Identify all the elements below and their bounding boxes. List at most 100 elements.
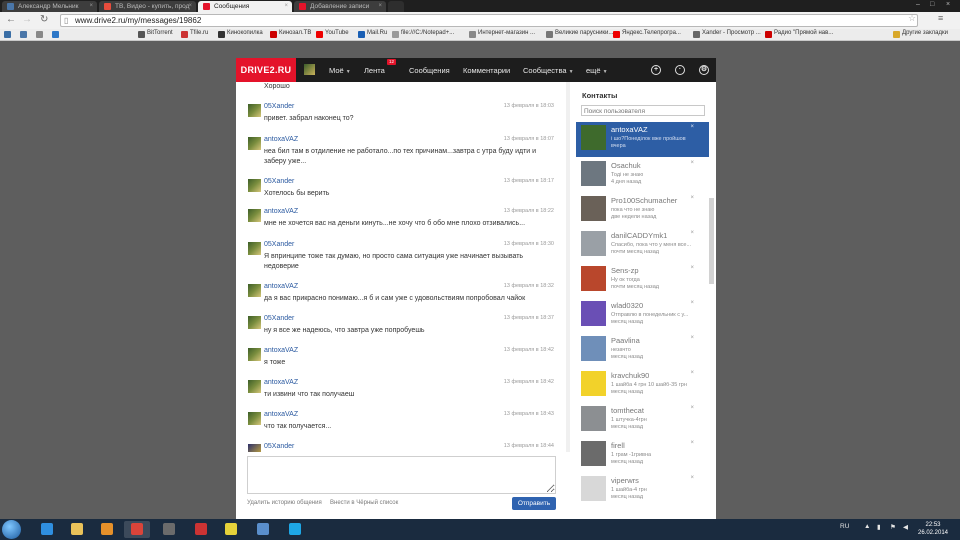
contact-item[interactable]: wlad0320 Отправлю в понедельник с у... мес… — [576, 298, 709, 333]
message-author[interactable]: 05Xander — [264, 178, 294, 185]
address-bar[interactable]: ▯ www.drive2.ru/my/messages/19862 — [60, 14, 918, 27]
message-avatar[interactable] — [248, 179, 261, 192]
start-button[interactable] — [2, 520, 21, 539]
settings-icon[interactable]: ⚙ — [699, 65, 709, 75]
tab-2[interactable]: ТВ, Видео - купить, прод × — [99, 1, 196, 12]
nav-communities[interactable]: Сообщества ▼ — [523, 66, 574, 75]
tray-arrow-icon[interactable]: ▲ — [864, 523, 870, 530]
forward-icon[interactable]: → — [22, 15, 32, 25]
contacts-scrollbar[interactable] — [709, 198, 714, 284]
message-avatar[interactable] — [248, 242, 261, 255]
clock[interactable]: 22:53 26.02.2014 — [916, 521, 950, 537]
taskbar-app[interactable] — [282, 521, 308, 538]
close-tab-icon[interactable]: × — [188, 3, 192, 9]
nav-more[interactable]: ещё ▼ — [586, 66, 608, 75]
message-author[interactable]: 05Xander — [264, 315, 294, 322]
contact-item[interactable]: firell 1 грам -1гривна месяц назад × — [576, 438, 709, 473]
message-avatar[interactable] — [248, 444, 261, 452]
remove-contact-icon[interactable]: × — [690, 160, 694, 166]
nav-comments[interactable]: Комментарии — [463, 66, 510, 75]
bookmark-item[interactable]: file:///C:/Notepad+... — [392, 30, 454, 38]
taskbar-app[interactable] — [124, 521, 150, 538]
remove-contact-icon[interactable]: × — [690, 265, 694, 271]
bookmark-item[interactable]: Великие парусники... — [546, 30, 613, 38]
remove-contact-icon[interactable]: × — [690, 370, 694, 376]
new-tab-button[interactable] — [388, 1, 404, 12]
bookmark-item[interactable]: Интернет-магазин ... — [469, 30, 535, 38]
taskbar-app[interactable] — [250, 521, 276, 538]
taskbar-app[interactable] — [156, 521, 182, 538]
close-tab-icon[interactable]: × — [89, 3, 93, 9]
message-author[interactable]: 05Xander — [264, 443, 294, 450]
remove-contact-icon[interactable]: × — [690, 405, 694, 411]
taskbar-app[interactable] — [218, 521, 244, 538]
volume-icon[interactable]: ◀ — [903, 523, 908, 531]
clear-history-link[interactable]: Удалить историю общения — [247, 500, 322, 506]
add-icon[interactable]: + — [651, 65, 661, 75]
bookmark-item[interactable]: Tfile.ru — [181, 30, 208, 38]
bookmark-item[interactable]: BitTorrent — [138, 30, 173, 38]
message-avatar[interactable] — [248, 284, 261, 297]
taskbar-app[interactable] — [34, 521, 60, 538]
flag-icon[interactable]: ⚑ — [890, 523, 896, 531]
send-button[interactable]: Отправить — [512, 497, 556, 510]
messages-list[interactable]: Хорошо 05Xander 13 февраля в 18:03 привет. … — [236, 82, 566, 452]
nav-my[interactable]: Моё ▼ — [329, 66, 351, 75]
close-window-icon[interactable]: × — [946, 1, 950, 8]
message-author[interactable]: antoxaVAZ — [264, 208, 298, 215]
message-avatar[interactable] — [248, 412, 261, 425]
messages-scrollbar[interactable] — [566, 82, 570, 452]
reload-icon[interactable]: ↻ — [40, 15, 48, 25]
chrome-menu-icon[interactable]: ≡ — [938, 13, 943, 23]
bookmark-item[interactable]: Xander - Просмотр ... — [693, 30, 761, 38]
contact-item[interactable]: antoxaVAZ i шо?Понеділок вже пройшов вчера… — [576, 122, 709, 157]
close-tab-icon[interactable]: × — [378, 3, 382, 9]
contact-item[interactable]: tomthecat 1 штучка-4грн месяц назад × — [576, 403, 709, 438]
bookmark-item[interactable]: Кинокопилка — [218, 30, 263, 38]
remove-contact-icon[interactable]: × — [690, 195, 694, 201]
taskbar-app[interactable] — [64, 521, 90, 538]
message-author[interactable]: antoxaVAZ — [264, 136, 298, 143]
minimize-icon[interactable]: – — [916, 1, 920, 8]
message-author[interactable]: 05Xander — [264, 241, 294, 248]
message-avatar[interactable] — [248, 316, 261, 329]
contact-item[interactable]: Sens-zp Ну ок тогда почти месяц назад × — [576, 263, 709, 298]
contact-item[interactable]: danilCADDYmk1 Спасибо, пока что у меня вс… — [576, 228, 709, 263]
message-author[interactable]: antoxaVAZ — [264, 379, 298, 386]
bookmark-item[interactable]: YouTube — [316, 30, 349, 38]
tab-4[interactable]: Добавление записи × — [294, 1, 386, 12]
contact-item[interactable]: Osachuk Тоді не знаю 4 дня назад × — [576, 158, 709, 193]
maximize-icon[interactable]: □ — [930, 1, 934, 8]
network-icon[interactable]: ▮ — [877, 523, 881, 531]
blacklist-link[interactable]: Внести в Чёрный список — [330, 500, 398, 506]
contact-item[interactable]: Paavlina незачто месяц назад × — [576, 333, 709, 368]
bookmark-item[interactable]: Кинозал.ТВ — [270, 30, 311, 38]
search-icon[interactable]: · — [675, 65, 685, 75]
drive2-logo[interactable]: DRIVE2.RU — [236, 58, 296, 82]
contact-item[interactable]: Pro100Schumacher пока что не знаю две неде… — [576, 193, 709, 228]
message-author[interactable]: 05Xander — [264, 103, 294, 110]
contact-search-input[interactable] — [581, 105, 705, 116]
message-avatar[interactable] — [248, 137, 261, 150]
remove-contact-icon[interactable]: × — [690, 300, 694, 306]
message-avatar[interactable] — [248, 104, 261, 117]
remove-contact-icon[interactable]: × — [690, 475, 694, 481]
remove-contact-icon[interactable]: × — [690, 230, 694, 236]
close-tab-icon[interactable]: × — [284, 3, 288, 9]
taskbar-app[interactable] — [188, 521, 214, 538]
remove-contact-icon[interactable]: × — [690, 124, 694, 130]
message-avatar[interactable] — [248, 380, 261, 393]
user-avatar[interactable] — [304, 64, 315, 75]
message-input[interactable] — [247, 456, 556, 494]
bookmark-item[interactable]: Mail.Ru — [358, 30, 387, 38]
message-author[interactable]: antoxaVAZ — [264, 347, 298, 354]
bookmark-star-icon[interactable]: ☆ — [908, 13, 916, 24]
tab-1[interactable]: Александр Мельник × — [2, 1, 97, 12]
remove-contact-icon[interactable]: × — [690, 440, 694, 446]
contact-item[interactable]: viperwrs 1 шайба-4 грн месяц назад × — [576, 473, 709, 508]
message-author[interactable]: antoxaVAZ — [264, 283, 298, 290]
bookmark-item[interactable]: Другие закладки — [893, 30, 948, 38]
back-icon[interactable]: ← — [6, 15, 16, 25]
message-author[interactable]: antoxaVAZ — [264, 411, 298, 418]
language-indicator[interactable]: RU — [840, 523, 849, 530]
